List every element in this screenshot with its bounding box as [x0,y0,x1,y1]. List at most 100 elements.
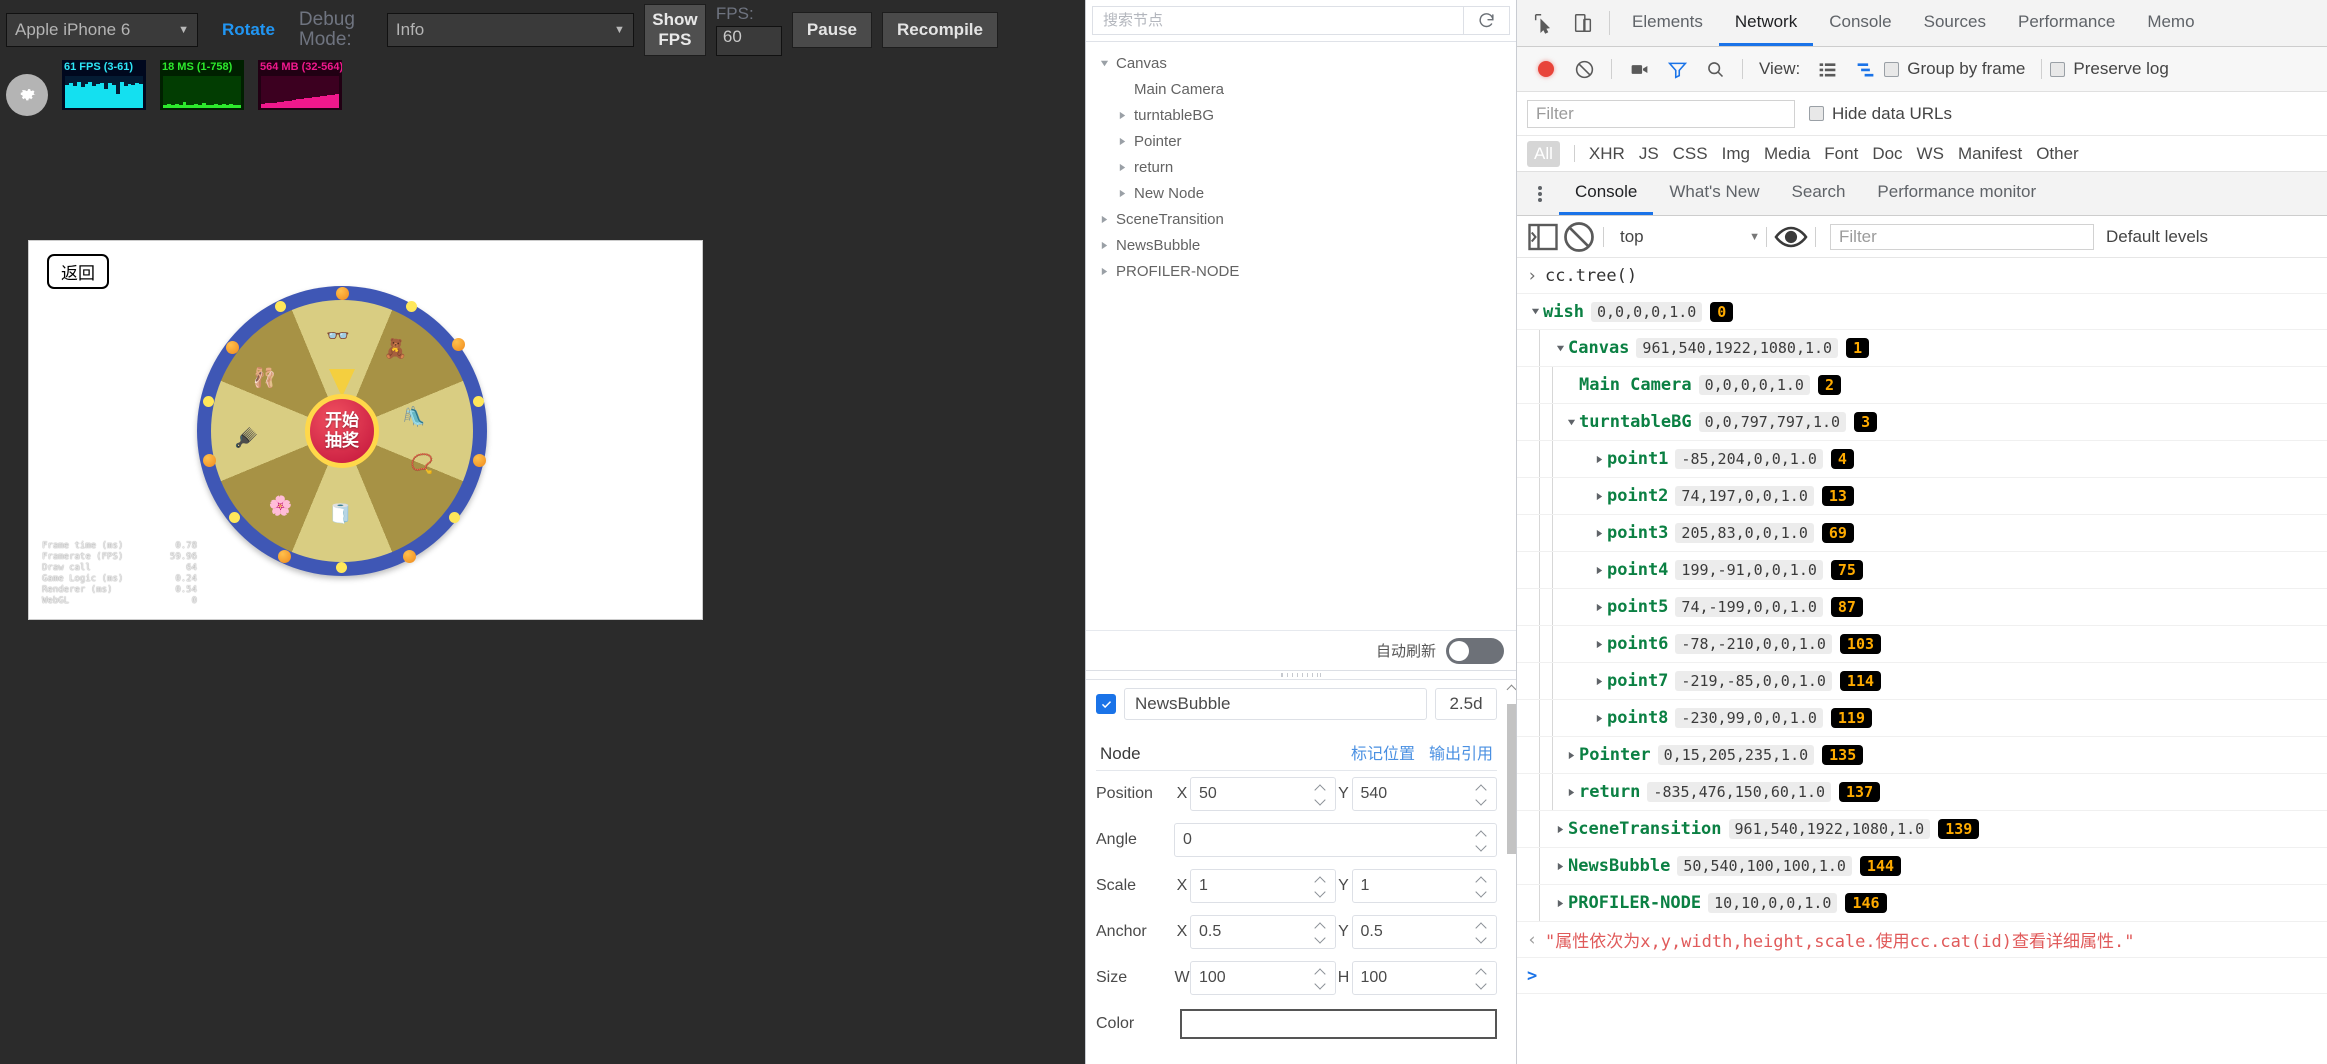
stepper-up[interactable] [1313,967,1327,978]
type-filter-ws[interactable]: WS [1917,144,1944,164]
console-filter-input[interactable]: Filter [1830,223,2094,250]
drawer-tab-whats-new[interactable]: What's New [1653,172,1775,215]
chevron-right-icon[interactable] [1114,107,1130,123]
console-tree-row[interactable]: SceneTransition 961,540,1922,1080,1.0 13… [1517,811,2327,848]
hide-data-urls-checkbox[interactable] [1809,106,1824,121]
preserve-log-checkbox[interactable] [2050,61,2066,77]
chevron-right-icon[interactable] [1591,566,1607,575]
size-h-input[interactable]: 100 [1351,961,1497,995]
type-filter-doc[interactable]: Doc [1872,144,1902,164]
console-tree-row[interactable]: turntableBG 0,0,797,797,1.0 3 [1517,404,2327,441]
chevron-right-icon[interactable] [1591,529,1607,538]
gear-icon[interactable] [6,74,48,116]
console-tree-row[interactable]: NewsBubble 50,540,100,100,1.0 144 [1517,848,2327,885]
camera-icon[interactable] [1620,50,1658,88]
stepper-arrows[interactable] [1313,921,1327,944]
type-filter-other[interactable]: Other [2036,144,2079,164]
console-tree-row[interactable]: point1 -85,204,0,0,1.0 4 [1517,441,2327,478]
tab-network[interactable]: Network [1718,0,1814,46]
refresh-icon[interactable] [1464,6,1510,35]
console-sidebar-icon[interactable] [1525,219,1561,255]
chevron-right-icon[interactable] [1563,418,1579,427]
tree-item-profiler-node[interactable]: PROFILER-NODE [1086,258,1516,284]
console-tree-row[interactable]: point2 74,197,0,0,1.0 13 [1517,478,2327,515]
console-tree-row[interactable]: Main Camera 0,0,0,0,1.0 2 [1517,367,2327,404]
node-enabled-checkbox[interactable] [1096,694,1116,714]
console-output[interactable]: › cc.tree() wish 0,0,0,0,1.0 0 Canvas 96… [1517,258,2327,1064]
return-button[interactable]: 返回 [47,254,109,289]
recompile-button[interactable]: Recompile [882,12,998,48]
tree-item-new-node[interactable]: New Node [1086,180,1516,206]
drawer-tab-performance-monitor[interactable]: Performance monitor [1861,172,2052,215]
node-tree[interactable]: Canvas Main Camera turntableBG Pointer r… [1086,42,1516,630]
anchor-x-input[interactable]: 0.5 [1190,915,1336,949]
scrollbar-up-arrow[interactable] [1507,682,1516,694]
stepper-down[interactable] [1474,979,1488,990]
tab-elements[interactable]: Elements [1616,0,1719,46]
turntable[interactable]: 👓 🧸 🩰 🛝 📿 🪮 🌸 🧻 开始 抽奖 [197,286,487,576]
console-tree-row[interactable]: PROFILER-NODE 10,10,0,0,1.0 146 [1517,885,2327,922]
chevron-right-icon[interactable] [1591,640,1607,649]
type-filter-media[interactable]: Media [1764,144,1810,164]
type-filter-xhr[interactable]: XHR [1589,144,1625,164]
stepper-down[interactable] [1313,795,1327,806]
stepper-arrows[interactable] [1474,921,1488,944]
properties-scrollbar[interactable] [1507,680,1516,1064]
chevron-right-icon[interactable] [1591,603,1607,612]
stepper-up[interactable] [1313,783,1327,794]
chevron-right-icon[interactable] [1114,133,1130,149]
console-tree-row[interactable]: point3 205,83,0,0,1.0 69 [1517,515,2327,552]
chevron-right-icon[interactable] [1114,185,1130,201]
console-tree-row[interactable]: wish 0,0,0,0,1.0 0 [1517,294,2327,330]
node-properties-scroll[interactable]: NewsBubble 2.5d Node 标记位置 输出引用 Position … [1086,680,1507,1064]
pause-button[interactable]: Pause [791,12,872,48]
tab-memory[interactable]: Memo [2131,0,2210,46]
tree-item-newsbubble[interactable]: NewsBubble [1086,232,1516,258]
inspect-element-icon[interactable] [1523,0,1563,46]
tree-item-return[interactable]: return [1086,154,1516,180]
console-levels-select[interactable]: Default levels [2106,227,2208,247]
chevron-right-icon[interactable] [1114,159,1130,175]
more-options-icon[interactable] [1521,172,1559,215]
anchor-y-input[interactable]: 0.5 [1351,915,1497,949]
console-prompt-row[interactable]: > [1517,958,2327,994]
stepper-arrows[interactable] [1313,967,1327,990]
device-toolbar-icon[interactable] [1563,0,1603,46]
live-expression-icon[interactable] [1773,219,1809,255]
stepper-up[interactable] [1474,921,1488,932]
stepper-arrows[interactable] [1313,875,1327,898]
tree-item-pointer[interactable]: Pointer [1086,128,1516,154]
debug-mode-select[interactable]: Info ▼ [386,13,634,47]
type-filter-css[interactable]: CSS [1673,144,1708,164]
record-icon[interactable] [1527,50,1565,88]
stepper-up[interactable] [1474,875,1488,886]
show-fps-button[interactable]: Show FPS [643,4,706,56]
panel-resize-handle[interactable] [1086,670,1516,679]
type-filter-img[interactable]: Img [1722,144,1750,164]
chevron-right-icon[interactable] [1096,55,1112,71]
type-filter-font[interactable]: Font [1824,144,1858,164]
stepper-down[interactable] [1474,795,1488,806]
scale-y-input[interactable]: 1 [1351,869,1497,903]
type-filter-manifest[interactable]: Manifest [1958,144,2022,164]
chevron-right-icon[interactable] [1096,211,1112,227]
chevron-right-icon[interactable] [1527,307,1543,316]
stepper-down[interactable] [1313,933,1327,944]
tab-console[interactable]: Console [1813,0,1907,46]
type-filter-js[interactable]: JS [1639,144,1659,164]
chevron-right-icon[interactable] [1591,492,1607,501]
stepper-up[interactable] [1474,783,1488,794]
game-canvas[interactable]: 返回 🐢 👓 🧸 🩰 🛝 📿 🪮 🌸 🧻 [28,240,703,620]
stepper-up[interactable] [1313,921,1327,932]
mark-position-link[interactable]: 标记位置 [1351,740,1415,764]
stepper-arrows[interactable] [1474,783,1488,806]
size-w-input[interactable]: 100 [1190,961,1336,995]
chevron-right-icon[interactable] [1096,237,1112,253]
chevron-right-icon[interactable] [1563,751,1579,760]
stepper-arrows[interactable] [1313,783,1327,806]
stepper-down[interactable] [1313,887,1327,898]
chevron-right-icon[interactable] [1096,263,1112,279]
chevron-right-icon[interactable] [1591,455,1607,464]
clear-console-icon[interactable] [1561,219,1597,255]
tab-performance[interactable]: Performance [2002,0,2131,46]
